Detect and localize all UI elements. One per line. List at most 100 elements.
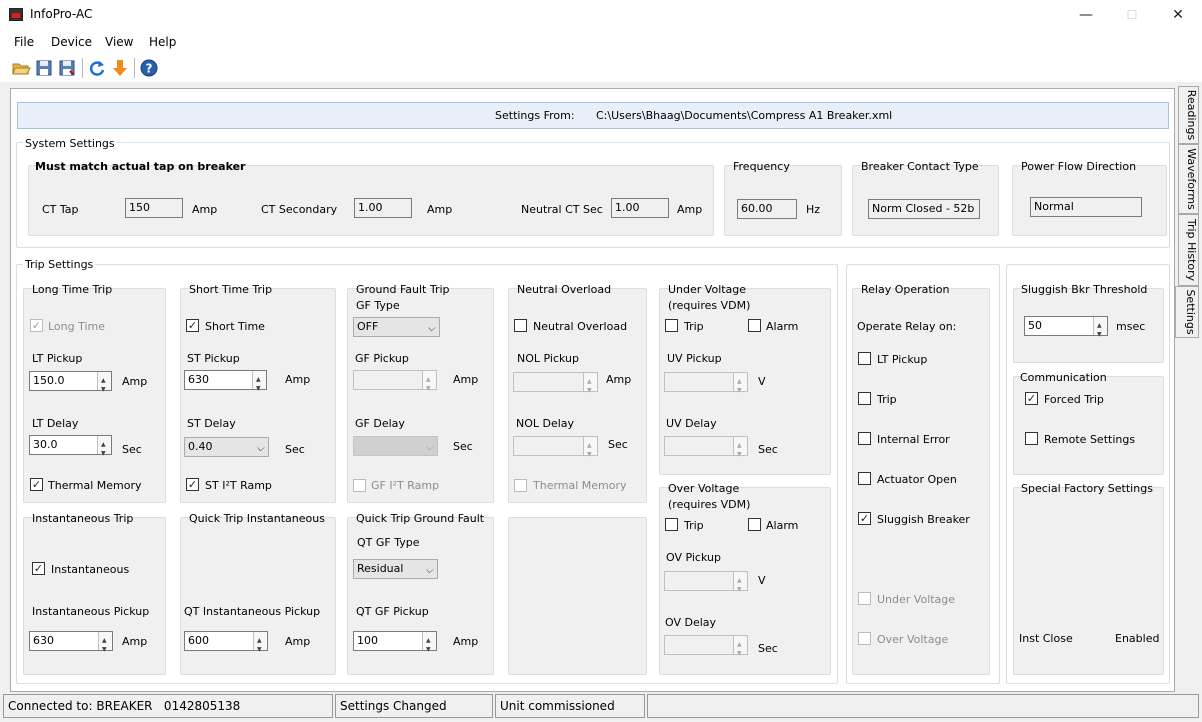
contact-type-field: Norm Closed - 52b — [868, 199, 980, 219]
sluggish-threshold-spinner[interactable]: 50 — [1024, 316, 1108, 344]
menu-view[interactable]: View — [105, 35, 133, 49]
qtgf-type-dropdown[interactable]: Residual ⌵ — [353, 559, 438, 579]
qti-pickup-spinner[interactable]: 600 — [184, 631, 268, 659]
ov-alarm-checkbox[interactable] — [748, 518, 761, 531]
ov-alarm-label: Alarm — [766, 519, 799, 532]
tab-waveforms[interactable]: Waveforms — [1178, 144, 1199, 214]
tab-trip-history[interactable]: Trip History — [1178, 214, 1199, 286]
minimize-button[interactable]: — — [1063, 0, 1109, 32]
inst-close-value: Enabled — [1115, 632, 1160, 645]
gf-ramp-checkbox — [353, 479, 366, 492]
thermal-memory-checkbox[interactable]: ✓ — [30, 478, 43, 491]
ground-fault-title: Ground Fault Trip — [356, 283, 450, 296]
inst-close-label: Inst Close — [1019, 632, 1073, 645]
close-button[interactable]: ✕ — [1155, 0, 1201, 32]
ov-delay-unit: Sec — [758, 642, 778, 655]
st-ramp-checkbox[interactable]: ✓ — [186, 478, 199, 491]
frequency-unit: Hz — [806, 203, 821, 216]
relay-lt-pickup-checkbox[interactable] — [858, 352, 871, 365]
communication-group — [1013, 376, 1164, 475]
refresh-icon[interactable] — [87, 58, 107, 78]
ov-trip-label: Trip — [684, 519, 704, 532]
menu-file[interactable]: File — [14, 35, 34, 49]
uv-trip-checkbox[interactable] — [665, 319, 678, 332]
st-delay-dropdown[interactable]: 0.40 ⌵ — [184, 437, 269, 457]
tab-settings[interactable]: Settings — [1175, 286, 1199, 338]
inst-pickup-spinner[interactable]: 630 — [29, 631, 113, 659]
long-time-label: Long Time — [48, 320, 106, 333]
download-icon[interactable] — [110, 58, 130, 78]
over-voltage-title: Over Voltage — [668, 482, 740, 495]
spin-arrows-icon — [733, 437, 747, 464]
st-pickup-unit: Amp — [285, 373, 311, 386]
spin-arrows-icon — [583, 373, 597, 400]
relay-operate-label: Operate Relay on: — [857, 320, 957, 333]
long-time-title: Long Time Trip — [32, 283, 113, 296]
spin-arrows-icon[interactable] — [1093, 317, 1107, 344]
chevron-down-icon: ⌵ — [427, 323, 435, 334]
menu-device[interactable]: Device — [51, 35, 92, 49]
st-delay-value: 0.40 — [188, 440, 213, 453]
factory-settings-title: Special Factory Settings — [1021, 482, 1153, 495]
spin-arrows-icon[interactable] — [252, 371, 266, 398]
ov-delay-label: OV Delay — [665, 616, 717, 629]
qtgf-pickup-unit: Amp — [453, 635, 479, 648]
spin-arrows-icon[interactable] — [253, 632, 267, 659]
status-commissioned: Unit commissioned — [495, 694, 645, 718]
remote-settings-checkbox[interactable] — [1025, 432, 1038, 445]
lt-pickup-spinner[interactable]: 150.0 — [29, 371, 112, 399]
gf-type-dropdown[interactable]: OFF ⌵ — [353, 317, 440, 337]
relay-internal-error-checkbox[interactable] — [858, 432, 871, 445]
neutral-overload-checkbox[interactable] — [514, 319, 527, 332]
nol-delay-label: NOL Delay — [516, 417, 575, 430]
menu-help[interactable]: Help — [149, 35, 176, 49]
spin-arrows-icon[interactable] — [98, 632, 112, 659]
status-settings-changed: Settings Changed — [335, 694, 493, 718]
open-folder-icon[interactable] — [11, 58, 31, 78]
ct-secondary-label: CT Secondary — [261, 203, 338, 216]
nol-delay-spinner — [513, 436, 598, 464]
instantaneous-title: Instantaneous Trip — [32, 512, 134, 525]
relay-sluggish-checkbox[interactable]: ✓ — [858, 512, 871, 525]
lt-delay-label: LT Delay — [32, 417, 79, 430]
settings-from-bar — [17, 102, 1169, 129]
save-all-icon[interactable] — [57, 58, 77, 78]
tab-settings-label: Settings — [1184, 289, 1197, 335]
lt-delay-spinner[interactable]: 30.0 — [29, 435, 112, 463]
spin-arrows-icon[interactable] — [97, 372, 111, 399]
uv-delay-spinner — [664, 436, 748, 464]
uv-pickup-spinner — [664, 372, 748, 400]
save-icon[interactable] — [34, 58, 54, 78]
relay-actuator-open-checkbox[interactable] — [858, 472, 871, 485]
st-delay-unit: Sec — [285, 443, 305, 456]
maximize-button[interactable]: ☐ — [1109, 0, 1155, 32]
sluggish-threshold-unit: msec — [1116, 320, 1146, 333]
forced-trip-checkbox[interactable]: ✓ — [1025, 392, 1038, 405]
thermal-memory-label: Thermal Memory — [48, 479, 142, 492]
tab-readings[interactable]: Readings — [1178, 86, 1199, 144]
ov-delay-spinner — [664, 635, 748, 663]
short-time-checkbox[interactable]: ✓ — [186, 319, 199, 332]
uv-alarm-checkbox[interactable] — [748, 319, 761, 332]
relay-trip-checkbox[interactable] — [858, 392, 871, 405]
instantaneous-checkbox[interactable]: ✓ — [32, 562, 45, 575]
spin-arrows-icon[interactable] — [97, 436, 111, 463]
qtgf-pickup-value: 100 — [357, 634, 378, 647]
st-pickup-spinner[interactable]: 630 — [184, 370, 267, 398]
gf-pickup-label: GF Pickup — [355, 352, 409, 365]
gf-delay-label: GF Delay — [355, 417, 405, 430]
lt-delay-value: 30.0 — [33, 438, 58, 451]
tap-group-title: Must match actual tap on breaker — [35, 160, 246, 173]
relay-sluggish-label: Sluggish Breaker — [877, 513, 970, 526]
ct-secondary-field: 1.00 — [354, 198, 412, 218]
ov-trip-checkbox[interactable] — [665, 518, 678, 531]
qtgf-pickup-spinner[interactable]: 100 — [353, 631, 437, 659]
spin-arrows-icon[interactable] — [422, 632, 436, 659]
spin-arrows-icon — [733, 636, 747, 663]
ct-tap-unit: Amp — [192, 203, 218, 216]
neutral-overload-label: Neutral Overload — [533, 320, 628, 333]
settings-file-path: C:\Users\Bhaag\Documents\Compress A1 Bre… — [596, 109, 893, 122]
help-icon[interactable]: ? — [139, 58, 159, 78]
inst-pickup-label: Instantaneous Pickup — [32, 605, 150, 618]
power-flow-title: Power Flow Direction — [1021, 160, 1137, 173]
